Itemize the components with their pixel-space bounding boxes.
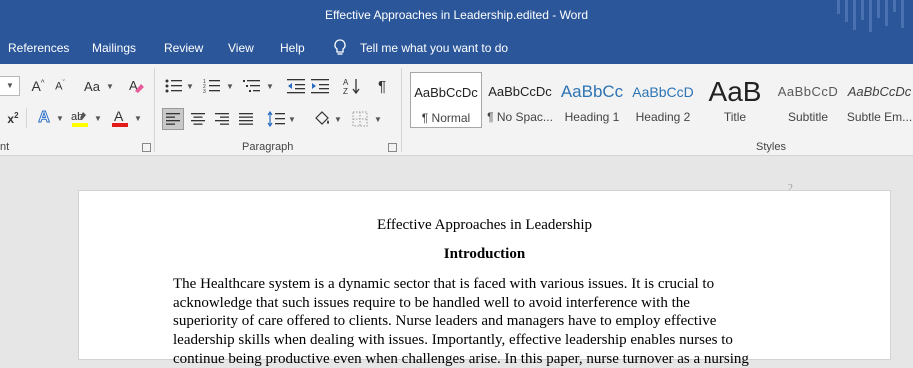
style-name: ¶ Normal	[421, 111, 471, 125]
justify-icon[interactable]	[236, 109, 256, 129]
paragraph-line: superiority of care offered to clients. …	[173, 313, 717, 329]
show-marks-icon[interactable]: ¶	[372, 76, 392, 96]
svg-text:A: A	[114, 108, 124, 124]
text-effects-icon[interactable]: A	[34, 108, 54, 128]
style-name: Title	[723, 110, 747, 124]
font-dialog-launcher[interactable]	[142, 143, 151, 152]
superscript-icon[interactable]: x2	[3, 108, 23, 128]
numbering-icon[interactable]: 123	[202, 76, 222, 96]
tab-mailings[interactable]: Mailings	[92, 41, 136, 55]
shading-icon[interactable]	[312, 109, 332, 129]
deco-bar	[853, 0, 856, 30]
deco-bar	[877, 0, 880, 18]
document-page[interactable]: Effective Approaches in Leadership Intro…	[78, 190, 891, 367]
chevron-down-icon: ▼	[94, 114, 102, 123]
svg-text:3: 3	[203, 89, 206, 94]
align-left-icon[interactable]	[162, 108, 184, 130]
style-subtitle[interactable]: AaBbCcD Subtitle	[774, 72, 842, 128]
line-spacing-icon[interactable]	[266, 109, 286, 129]
style-sample: AaBbCcD	[632, 84, 694, 100]
document-title: Effective Approaches in Leadership	[376, 217, 593, 233]
shrink-font-icon[interactable]: Aˇ	[50, 76, 70, 96]
document-canvas: 2 Effective Approaches in Leadership Int…	[0, 157, 913, 367]
paragraph-line: continue being productive even when chal…	[173, 351, 749, 367]
deco-bar	[869, 0, 872, 32]
align-right-icon[interactable]	[212, 109, 232, 129]
group-label-styles: Styles	[756, 141, 786, 153]
tell-me-search[interactable]: Tell me what you want to do	[360, 41, 508, 55]
ribbon-tabs: References Mailings Review View Help Tel…	[0, 32, 913, 64]
tab-view[interactable]: View	[228, 41, 254, 55]
style-subtle-emphasis[interactable]: AaBbCcDc Subtle Em...	[846, 72, 913, 128]
style-name: Subtle Em...	[846, 110, 913, 124]
lightbulb-icon[interactable]	[332, 39, 348, 57]
style-name: Heading 2	[635, 110, 691, 124]
svg-text:A: A	[343, 78, 349, 87]
paragraph-dialog-launcher[interactable]	[388, 143, 397, 152]
deco-bar	[901, 0, 904, 28]
deco-bar	[893, 0, 896, 12]
deco-bar	[885, 0, 888, 26]
ribbon: ▼ A^ Aˇ Aa ▼ A x2 A ▼ ab ▼ A ▼ nt ▼ 123 …	[0, 64, 913, 156]
borders-icon[interactable]	[350, 109, 370, 129]
style-heading-1[interactable]: AaBbCc Heading 1	[558, 72, 626, 128]
style-heading-2[interactable]: AaBbCcD Heading 2	[630, 72, 696, 128]
chevron-down-icon: ▼	[374, 115, 382, 124]
chevron-down-icon: ▼	[6, 81, 14, 90]
multilevel-list-icon[interactable]	[242, 76, 262, 96]
style-sample: AaBbCcD	[777, 84, 839, 99]
align-center-icon[interactable]	[188, 109, 208, 129]
group-divider	[154, 68, 155, 152]
group-divider	[401, 68, 402, 152]
chevron-down-icon: ▼	[134, 114, 142, 123]
section-heading: Introduction	[443, 246, 526, 262]
deco-bar	[845, 0, 848, 22]
chevron-down-icon: ▼	[288, 115, 296, 124]
window-title: Effective Approaches in Leadership.edite…	[324, 8, 589, 22]
style-no-spacing[interactable]: AaBbCcDc ¶ No Spac...	[484, 72, 556, 128]
tab-review[interactable]: Review	[164, 41, 203, 55]
style-sample: AaB	[708, 76, 762, 107]
chevron-down-icon: ▼	[186, 82, 194, 91]
chevron-down-icon: ▼	[56, 114, 64, 123]
font-color-icon[interactable]: A	[110, 108, 130, 128]
highlight-icon[interactable]: ab	[70, 108, 90, 128]
deco-bar	[861, 0, 864, 20]
style-sample: AaBbCcDc	[847, 84, 912, 99]
paragraph-line: acknowledge that such issues require to …	[173, 295, 690, 311]
tab-references[interactable]: References	[8, 41, 69, 55]
sort-icon[interactable]: AZ	[342, 76, 362, 96]
decrease-indent-icon[interactable]	[286, 76, 306, 96]
chevron-down-icon: ▼	[106, 82, 114, 91]
style-name: ¶ No Spac...	[487, 110, 553, 124]
chevron-down-icon: ▼	[226, 82, 234, 91]
style-normal[interactable]: AaBbCcDc ¶ Normal	[410, 72, 482, 128]
style-name: Subtitle	[787, 110, 829, 124]
group-label-paragraph: Paragraph	[242, 141, 294, 153]
chevron-down-icon: ▼	[266, 82, 274, 91]
style-name: Heading 1	[564, 110, 620, 124]
divider	[26, 108, 27, 128]
bullets-icon[interactable]	[164, 76, 184, 96]
group-label-font: nt	[0, 141, 10, 153]
paragraph-line: leadership skills when dealing with issu…	[173, 332, 733, 348]
title-bar: Effective Approaches in Leadership.edite…	[0, 0, 913, 32]
font-size-box[interactable]: ▼	[0, 76, 20, 96]
tab-help[interactable]: Help	[280, 41, 305, 55]
chevron-down-icon: ▼	[334, 115, 342, 124]
grow-font-icon[interactable]: A^	[28, 76, 48, 96]
style-sample: AaBbCcDc	[414, 85, 478, 100]
increase-indent-icon[interactable]	[310, 76, 330, 96]
change-case-icon[interactable]: Aa	[80, 76, 104, 96]
svg-text:Z: Z	[343, 87, 348, 95]
paragraph-line: The Healthcare system is a dynamic secto…	[173, 276, 715, 292]
clear-formatting-icon[interactable]: A	[126, 76, 146, 96]
deco-bar	[837, 0, 840, 14]
style-title[interactable]: AaB Title	[700, 72, 770, 128]
style-sample: AaBbCcDc	[488, 84, 552, 99]
style-sample: AaBbCc	[560, 82, 624, 101]
